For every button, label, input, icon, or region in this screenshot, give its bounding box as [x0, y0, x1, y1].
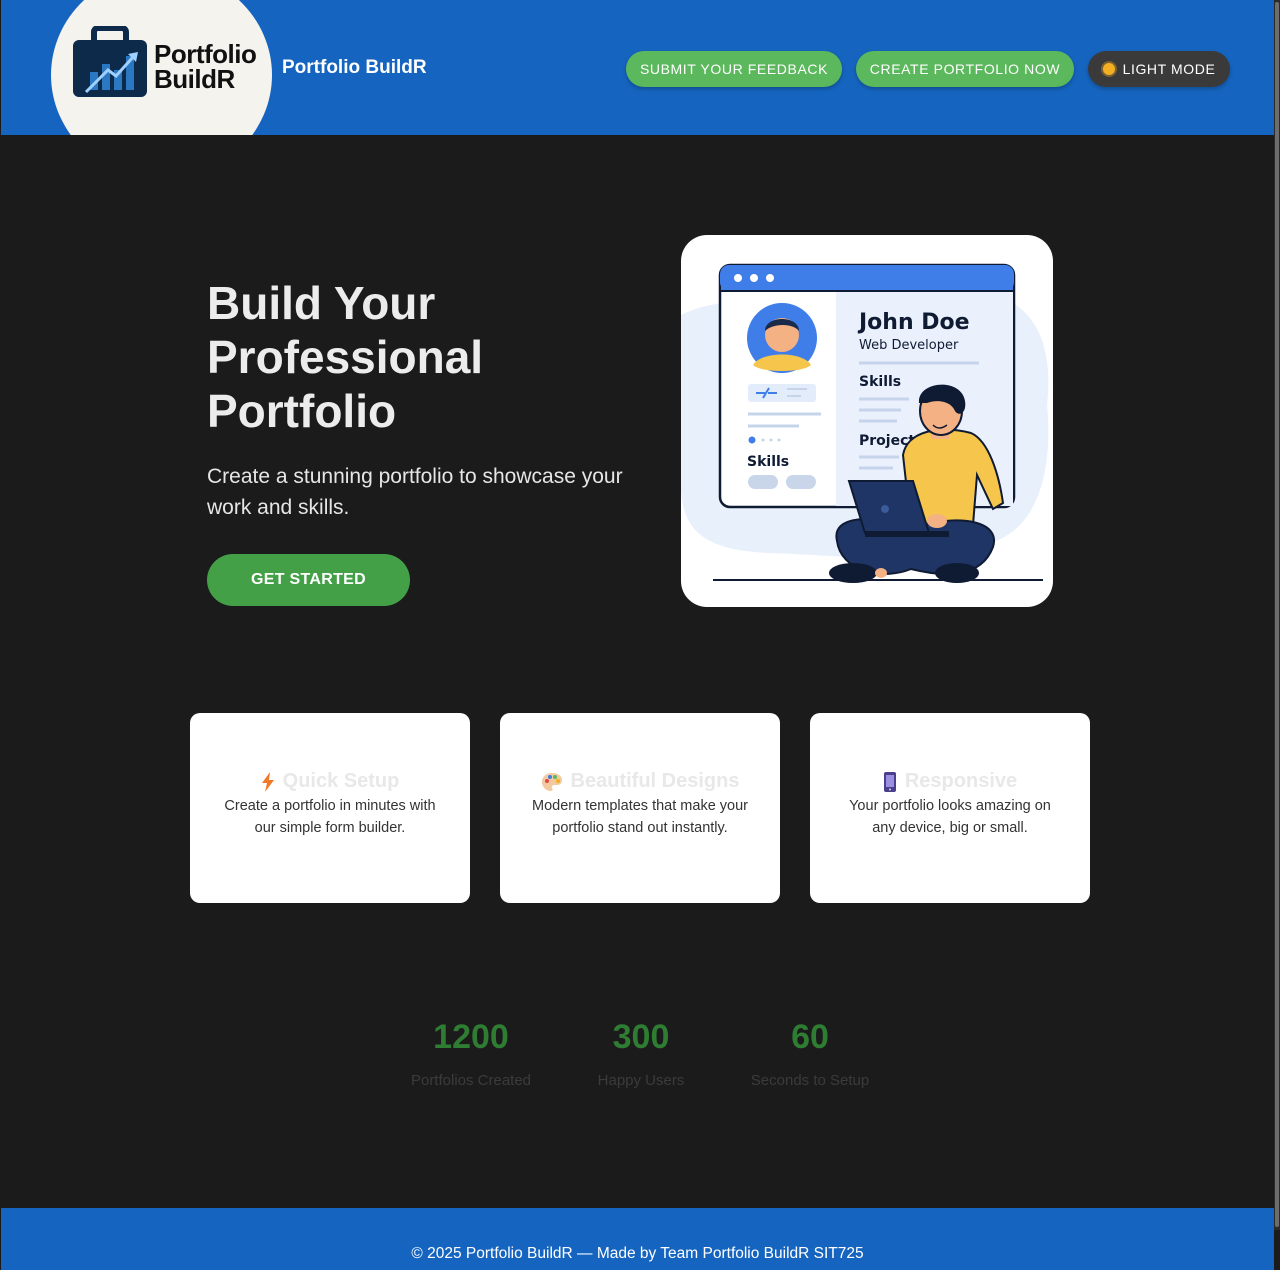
briefcase-chart-icon[interactable]: [72, 26, 148, 98]
illustration-role: Web Developer: [859, 338, 959, 353]
hero-subtitle: Create a stunning portfolio to showcase …: [207, 465, 623, 519]
hero-title: Build Your Professional Portfolio: [207, 277, 484, 437]
feature-title-text: Responsive: [904, 770, 1018, 792]
site-footer: © 2025 Portfolio BuildR — Made by Team P…: [1, 1208, 1274, 1270]
feature-desc: Create a portfolio in minutes with our s…: [224, 798, 436, 836]
feature-title: Quick Setup: [190, 770, 470, 793]
feature-title: Beautiful Designs: [500, 770, 780, 793]
feature-card-quick-setup: Quick Setup Create a portfolio in minute…: [190, 713, 470, 903]
illustration-left-skills: Skills: [747, 454, 789, 470]
stat-value: 60: [791, 1018, 829, 1056]
illustration-name: John Doe: [857, 310, 970, 335]
stat-users: 300 Happy Users: [581, 1016, 701, 1089]
developer-illustration: Skills John Doe Web Developer Skills Pro…: [681, 263, 1049, 583]
get-started-button[interactable]: GET STARTED: [207, 554, 410, 606]
create-portfolio-button[interactable]: CREATE PORTFOLIO NOW: [856, 51, 1074, 87]
feature-title: Responsive: [810, 770, 1090, 793]
stat-label: Happy Users: [597, 1072, 685, 1089]
theme-toggle-label: LIGHT MODE: [1122, 61, 1216, 77]
theme-toggle-button[interactable]: LIGHT MODE: [1088, 51, 1230, 87]
stat-portfolios: 1200 Portfolios Created: [401, 1016, 541, 1089]
scrollbar[interactable]: [1274, 0, 1280, 1230]
submit-feedback-button[interactable]: SUBMIT YOUR FEEDBACK: [626, 51, 842, 87]
phone-icon: [883, 771, 896, 792]
feature-card-beautiful-designs: Beautiful Designs Modern templates that …: [500, 713, 780, 903]
sun-icon: [1102, 63, 1115, 75]
stat-seconds: 60 Seconds to Setup: [740, 1016, 880, 1089]
logo-text: Portfolio BuildR: [154, 41, 274, 94]
site-header: Portfolio BuildR Portfolio BuildR SUBMIT…: [1, 0, 1274, 135]
feature-title-text: Beautiful Designs: [570, 770, 740, 792]
feature-title-text: Quick Setup: [282, 770, 400, 792]
palette-icon: [541, 772, 562, 791]
illustration-skills: Skills: [859, 374, 901, 390]
scrollbar-thumb[interactable]: [1275, 2, 1279, 1227]
hero-illustration: Skills John Doe Web Developer Skills Pro…: [681, 235, 1053, 607]
logo-line-2: BuildR: [154, 64, 235, 94]
stat-value: 1200: [433, 1018, 509, 1056]
stat-label: Portfolios Created: [410, 1072, 532, 1089]
feature-card-responsive: Responsive Your portfolio looks amazing …: [810, 713, 1090, 903]
stat-value: 300: [612, 1018, 670, 1056]
brand-name[interactable]: Portfolio BuildR: [282, 57, 427, 79]
feature-desc: Modern templates that make your portfoli…: [532, 798, 748, 836]
feature-desc: Your portfolio looks amazing on any devi…: [849, 798, 1051, 836]
footer-copyright: © 2025 Portfolio BuildR — Made by Team P…: [411, 1245, 864, 1262]
stat-label: Seconds to Setup: [750, 1072, 870, 1089]
lightning-icon: [261, 771, 274, 792]
